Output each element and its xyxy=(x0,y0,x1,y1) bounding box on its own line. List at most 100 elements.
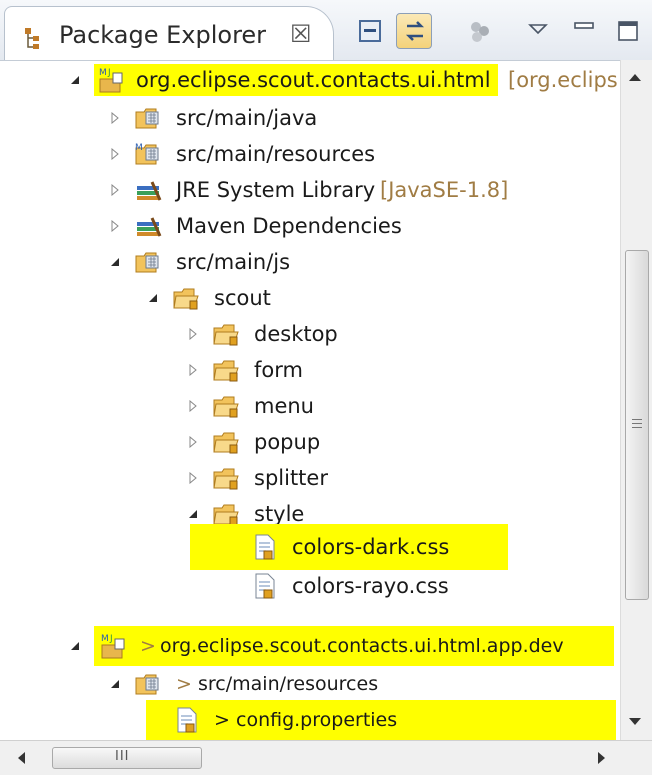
tree-item-jre-system-library[interactable]: JRE System Library [JavaSE-1.8] xyxy=(0,172,620,208)
package-folder-icon xyxy=(212,320,242,348)
tree-item-splitter[interactable]: splitter xyxy=(0,460,620,496)
menu-label: menu xyxy=(254,394,314,418)
project-icon: M J xyxy=(98,632,128,660)
link-with-editor-icon[interactable] xyxy=(396,13,432,49)
tree-item-src-main-js[interactable]: src/main/js xyxy=(0,244,620,280)
package-folder-icon xyxy=(212,392,242,420)
scout-label: scout xyxy=(214,286,271,310)
css-file-icon xyxy=(250,572,280,600)
tree-item-project[interactable]: M J org.eclipse.scout.contacts.ui.html [… xyxy=(0,62,620,98)
project-decoration: [org.eclips xyxy=(508,68,618,92)
expanded-arrow-icon[interactable] xyxy=(66,62,84,98)
scroll-right-icon[interactable] xyxy=(598,752,605,764)
collapsed-arrow-icon[interactable] xyxy=(106,100,124,136)
horizontal-scroll-thumb[interactable]: III xyxy=(52,747,202,769)
app-dev-project-name: org.eclipse.scout.contacts.ui.html.app.d… xyxy=(160,635,564,657)
collapsed-arrow-icon[interactable] xyxy=(184,388,202,424)
src-main-java-label: src/main/java xyxy=(176,106,318,130)
tree-item-desktop[interactable]: desktop xyxy=(0,316,620,352)
svg-text:M: M xyxy=(99,68,107,78)
grip-line xyxy=(632,419,642,420)
collapsed-arrow-icon[interactable] xyxy=(184,424,202,460)
src-main-resources-label-2: src/main/resources xyxy=(198,673,379,695)
dirty-marker: > xyxy=(140,635,156,657)
dirty-marker: > xyxy=(214,709,230,731)
project-icon: M J xyxy=(96,66,126,94)
config-properties-label: config.properties xyxy=(236,709,398,731)
css-file-icon xyxy=(250,533,280,561)
splitter-label: splitter xyxy=(254,466,328,490)
package-explorer-icon xyxy=(23,27,47,51)
src-main-js-label: src/main/js xyxy=(176,250,291,274)
properties-file-icon xyxy=(172,706,202,734)
tree-item-popup[interactable]: popup xyxy=(0,424,620,460)
form-label: form xyxy=(254,358,303,382)
collapse-all-icon[interactable] xyxy=(352,13,388,49)
tree-item-colors-dark-css[interactable]: colors-dark.css xyxy=(0,524,620,570)
package-folder-icon xyxy=(212,356,242,384)
divider xyxy=(0,605,620,621)
scroll-left-icon[interactable] xyxy=(18,752,25,764)
tree-item-src-main-resources[interactable]: M src/main/resources xyxy=(0,136,620,172)
desktop-label: desktop xyxy=(254,322,338,346)
collapsed-arrow-icon[interactable] xyxy=(184,352,202,388)
dirty-marker: > xyxy=(176,673,192,695)
tree-item-config-properties[interactable]: > config.properties xyxy=(0,700,620,740)
expanded-arrow-icon[interactable] xyxy=(144,280,162,316)
colors-rayo-label: colors-rayo.css xyxy=(292,574,449,598)
expanded-arrow-icon[interactable] xyxy=(66,626,84,666)
svg-text:J: J xyxy=(109,634,113,644)
project-name: org.eclipse.scout.contacts.ui.html xyxy=(136,68,491,92)
svg-text:M: M xyxy=(101,634,109,644)
svg-text:J: J xyxy=(107,68,111,78)
grip-line xyxy=(632,423,642,424)
tree-item-src-main-java[interactable]: src/main/java xyxy=(0,100,620,136)
vertical-scroll-thumb[interactable] xyxy=(625,250,649,600)
grip-label: III xyxy=(115,749,130,764)
collapsed-arrow-icon[interactable] xyxy=(184,460,202,496)
src-main-resources-label: src/main/resources xyxy=(176,142,376,166)
source-folder-icon xyxy=(134,104,164,132)
package-explorer-tab[interactable]: Package Explorer ☒ xyxy=(4,6,334,60)
source-folder-icon: M xyxy=(134,140,164,168)
tree-item-maven-dependencies[interactable]: Maven Dependencies xyxy=(0,208,620,244)
tree-item-menu[interactable]: menu xyxy=(0,388,620,424)
tree-item-form[interactable]: form xyxy=(0,352,620,388)
horizontal-scrollbar[interactable]: III xyxy=(0,740,652,775)
grip-line xyxy=(632,427,642,428)
focus-icon[interactable] xyxy=(462,13,498,49)
collapsed-arrow-icon[interactable] xyxy=(184,316,202,352)
package-folder-icon xyxy=(172,284,202,312)
popup-label: popup xyxy=(254,430,321,454)
jre-label: JRE System Library xyxy=(176,178,376,202)
project-tree-lower: M J > org.eclipse.scout.contacts.ui.html… xyxy=(0,620,620,740)
maven-label: Maven Dependencies xyxy=(176,214,402,238)
collapsed-arrow-icon[interactable] xyxy=(106,172,124,208)
close-tab-icon[interactable]: ☒ xyxy=(290,20,312,48)
maximize-icon[interactable] xyxy=(610,13,646,49)
project-tree: M J org.eclipse.scout.contacts.ui.html [… xyxy=(0,60,620,605)
library-icon xyxy=(134,176,164,204)
jre-decoration: [JavaSE-1.8] xyxy=(380,178,509,202)
view-menu-icon[interactable] xyxy=(520,13,556,49)
source-folder-icon xyxy=(134,248,164,276)
tree-item-app-dev-project[interactable]: M J > org.eclipse.scout.contacts.ui.html… xyxy=(0,626,620,666)
tree-item-colors-rayo-css[interactable]: colors-rayo.css xyxy=(0,568,620,604)
vertical-scrollbar[interactable] xyxy=(620,60,652,740)
scroll-up-icon[interactable] xyxy=(629,74,641,81)
collapsed-arrow-icon[interactable] xyxy=(106,208,124,244)
expanded-arrow-icon[interactable] xyxy=(106,244,124,280)
view-header: Package Explorer ☒ xyxy=(0,0,652,61)
expanded-arrow-icon[interactable] xyxy=(106,666,124,702)
package-folder-icon xyxy=(212,464,242,492)
package-folder-icon xyxy=(212,428,242,456)
tree-item-src-main-resources-2[interactable]: > src/main/resources xyxy=(0,666,620,702)
source-folder-icon xyxy=(134,670,164,698)
minimize-icon[interactable] xyxy=(566,13,602,49)
svg-text:M: M xyxy=(135,143,143,153)
library-icon xyxy=(134,212,164,240)
scroll-down-icon[interactable] xyxy=(629,718,641,725)
colors-dark-label: colors-dark.css xyxy=(292,535,450,559)
collapsed-arrow-icon[interactable] xyxy=(106,136,124,172)
tree-item-scout[interactable]: scout xyxy=(0,280,620,316)
